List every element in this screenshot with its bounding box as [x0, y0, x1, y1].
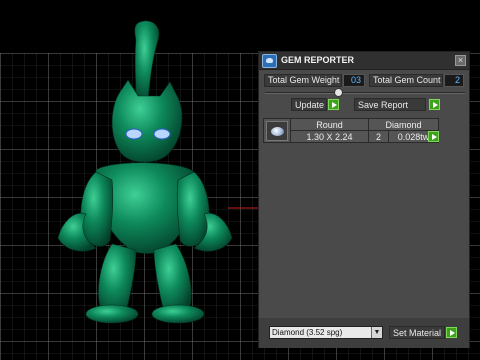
play-arrow-icon[interactable] — [428, 131, 439, 142]
play-arrow-icon[interactable] — [429, 99, 440, 110]
app-logo-icon — [262, 54, 277, 68]
total-gem-count-label: Total Gem Count — [369, 74, 443, 87]
panel-titlebar[interactable]: GEM REPORTER × — [259, 52, 469, 70]
gem-thumbnail-cell[interactable] — [263, 118, 291, 143]
total-gem-weight-value: 03 — [343, 74, 365, 87]
material-select[interactable]: Diamond (3.52 spg) ▼ — [269, 326, 383, 339]
update-button[interactable]: Update — [291, 98, 327, 111]
table-row[interactable]: 1.30 X 2.24 2 0.028tw — [264, 130, 439, 143]
gem-size-cell: 1.30 X 2.24 — [290, 130, 369, 143]
report-area — [265, 116, 465, 316]
right-eye-gem — [153, 128, 171, 140]
left-eye-gem — [125, 128, 143, 140]
gem-count-cell: 2 — [368, 130, 389, 143]
play-arrow-icon[interactable] — [446, 327, 457, 338]
table-header-shape: Round — [290, 118, 369, 131]
total-gem-weight-label: Total Gem Weight — [264, 74, 342, 87]
slider-track[interactable] — [265, 92, 465, 94]
panel-title: GEM REPORTER — [281, 55, 355, 65]
play-arrow-icon[interactable] — [328, 99, 339, 110]
gem-weight-text: 0.028tw — [397, 131, 430, 142]
gem-weight-cell: 0.028tw — [388, 130, 439, 143]
set-material-button[interactable]: Set Material — [389, 326, 445, 339]
dropdown-arrow-icon[interactable]: ▼ — [371, 327, 382, 338]
gem-reporter-panel: GEM REPORTER × Total Gem Weight 03 Total… — [258, 51, 470, 348]
slider-knob[interactable] — [334, 88, 343, 97]
gem-thumbnail-icon — [266, 120, 288, 141]
save-report-button[interactable]: Save Report — [354, 98, 426, 111]
gem-report-table: Round Diamond 1.30 X 2.24 2 0.028tw — [263, 118, 439, 143]
table-header-material: Diamond — [368, 118, 439, 131]
close-icon[interactable]: × — [455, 55, 466, 66]
panel-footer: Diamond (3.52 spg) ▼ Set Material — [259, 318, 469, 348]
material-select-value: Diamond (3.52 spg) — [272, 328, 343, 337]
total-gem-count-value: 2 — [444, 74, 464, 87]
